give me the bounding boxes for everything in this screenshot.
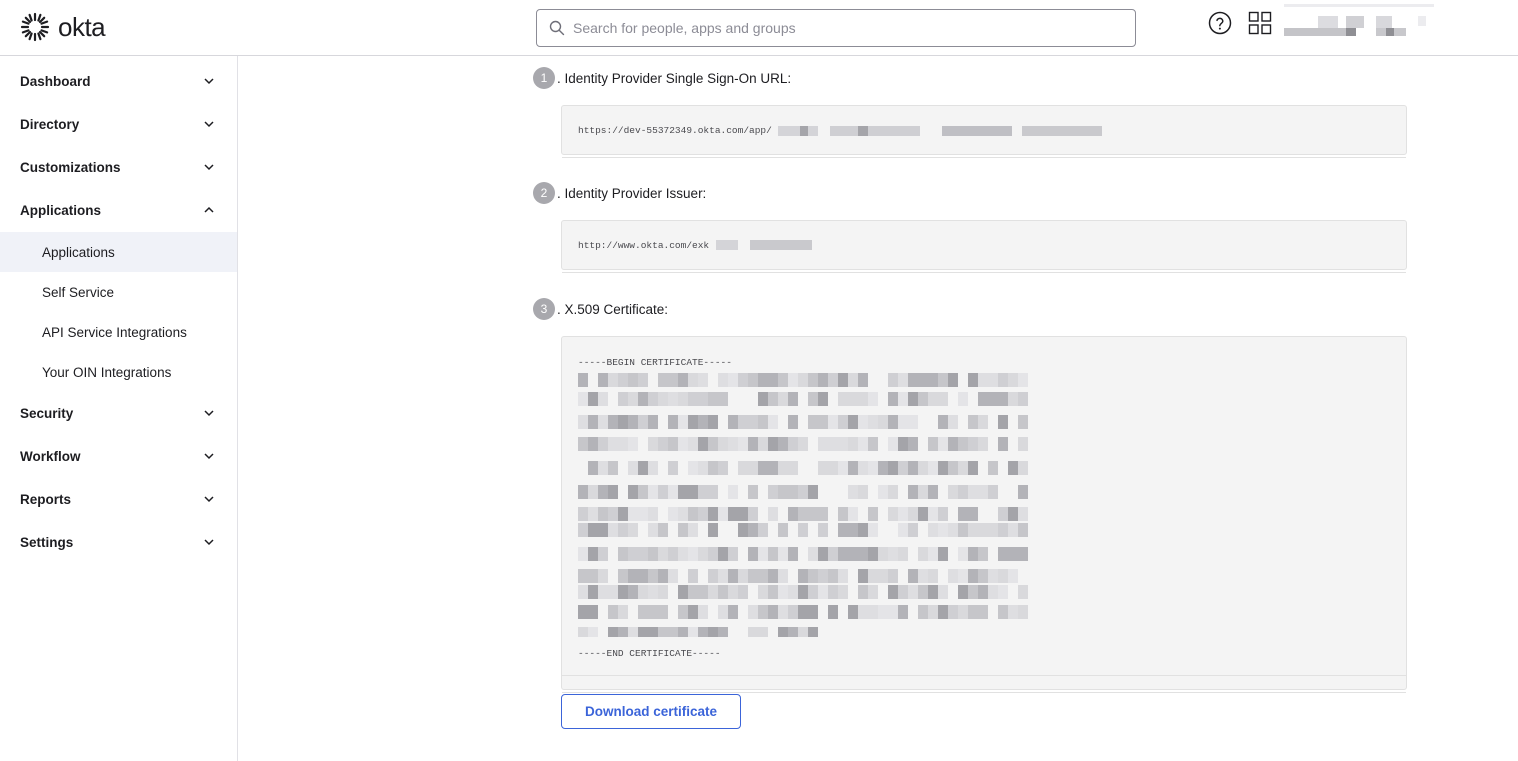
issuer-box[interactable]: http://www.okta.com/exk <box>561 220 1407 273</box>
redacted-cert-line <box>578 523 1028 537</box>
redacted-cert-line <box>578 585 1028 599</box>
app-grid-icon[interactable] <box>1248 11 1272 35</box>
redacted-cert-line <box>578 373 1028 387</box>
sidebar-item-reports[interactable]: Reports <box>0 478 237 521</box>
sidebar-item-workflow[interactable]: Workflow <box>0 435 237 478</box>
sidebar-item-label: Security <box>20 406 74 421</box>
step-label: . Identity Provider Issuer: <box>557 185 707 201</box>
redacted-cert-line <box>578 415 1028 429</box>
download-certificate-button[interactable]: Download certificate <box>561 694 741 729</box>
sidebar-subitem-applications[interactable]: Applications <box>0 232 237 272</box>
sidebar-item-label: Applications <box>20 203 102 218</box>
okta-logo[interactable]: okta <box>20 12 106 42</box>
issuer-value: http://www.okta.com/exk <box>578 240 710 251</box>
redacted-cert-line <box>578 605 1028 619</box>
step-label: . Identity Provider Single Sign-On URL: <box>557 70 792 86</box>
step-sso-url: 1 . Identity Provider Single Sign-On URL… <box>533 67 791 89</box>
sidebar-item-label: Settings <box>20 535 74 550</box>
redacted-cert-line <box>578 437 1028 451</box>
redacted-cert-line <box>578 507 1028 521</box>
search-input[interactable] <box>573 20 1113 36</box>
sso-url-box[interactable]: https://dev-55372349.okta.com/app/ <box>561 105 1407 158</box>
redacted-cert-line <box>578 547 1028 561</box>
sidebar-item-applications[interactable]: Applications <box>0 189 237 232</box>
sso-url-value: https://dev-55372349.okta.com/app/ <box>578 125 772 136</box>
chevron-down-icon <box>204 496 214 503</box>
redacted-url-tail <box>778 126 1102 136</box>
help-icon[interactable] <box>1208 11 1232 35</box>
certificate-end: -----END CERTIFICATE----- <box>578 648 721 659</box>
global-search[interactable] <box>536 9 1136 47</box>
step-number-badge: 3 <box>533 298 555 320</box>
chevron-down-icon <box>204 121 214 128</box>
chevron-up-icon <box>204 206 214 213</box>
chevron-down-icon <box>204 78 214 85</box>
redacted-cert-line <box>578 392 1028 406</box>
sidebar-item-label: Workflow <box>20 449 81 464</box>
user-menu[interactable] <box>1284 4 1434 40</box>
chevron-down-icon <box>204 453 214 460</box>
sidebar-subitem-api-service-integrations[interactable]: API Service Integrations <box>0 312 237 352</box>
main-content: 1 . Identity Provider Single Sign-On URL… <box>238 56 1518 761</box>
chevron-down-icon <box>204 539 214 546</box>
step-number-badge: 1 <box>533 67 555 89</box>
step-certificate: 3 . X.509 Certificate: <box>533 298 668 320</box>
sidebar-item-label: Reports <box>20 492 72 507</box>
step-label: . X.509 Certificate: <box>557 301 669 317</box>
redacted-cert-line <box>578 461 1028 475</box>
sidebar-item-settings[interactable]: Settings <box>0 521 237 564</box>
sidebar-item-security[interactable]: Security <box>0 392 237 435</box>
sidebar-item-dashboard[interactable]: Dashboard <box>0 60 237 103</box>
sidebar-nav: Dashboard Directory Customizations Appli… <box>0 56 238 761</box>
sidebar-item-label: Directory <box>20 117 80 132</box>
sidebar-item-directory[interactable]: Directory <box>0 103 237 146</box>
redacted-cert-line <box>578 627 1024 637</box>
sidebar-item-customizations[interactable]: Customizations <box>0 146 237 189</box>
sidebar-subitem-your-oin-integrations[interactable]: Your OIN Integrations <box>0 352 237 392</box>
step-issuer: 2 . Identity Provider Issuer: <box>533 182 706 204</box>
sidebar-item-label: Dashboard <box>20 74 91 89</box>
certificate-box[interactable]: -----BEGIN CERTIFICATE----- -----END CER… <box>561 336 1407 693</box>
chevron-down-icon <box>204 164 214 171</box>
logo-text: okta <box>58 12 106 42</box>
okta-sunburst-icon <box>20 12 50 42</box>
chevron-down-icon <box>204 410 214 417</box>
certificate-begin: -----BEGIN CERTIFICATE----- <box>578 357 732 368</box>
redacted-cert-line <box>578 485 1028 499</box>
redacted-issuer-tail <box>716 240 816 250</box>
sidebar-item-label: Customizations <box>20 160 121 175</box>
search-icon <box>549 20 565 36</box>
top-header: okta <box>0 0 1518 56</box>
step-number-badge: 2 <box>533 182 555 204</box>
redacted-cert-line <box>578 569 1024 583</box>
sidebar-subitem-self-service[interactable]: Self Service <box>0 272 237 312</box>
